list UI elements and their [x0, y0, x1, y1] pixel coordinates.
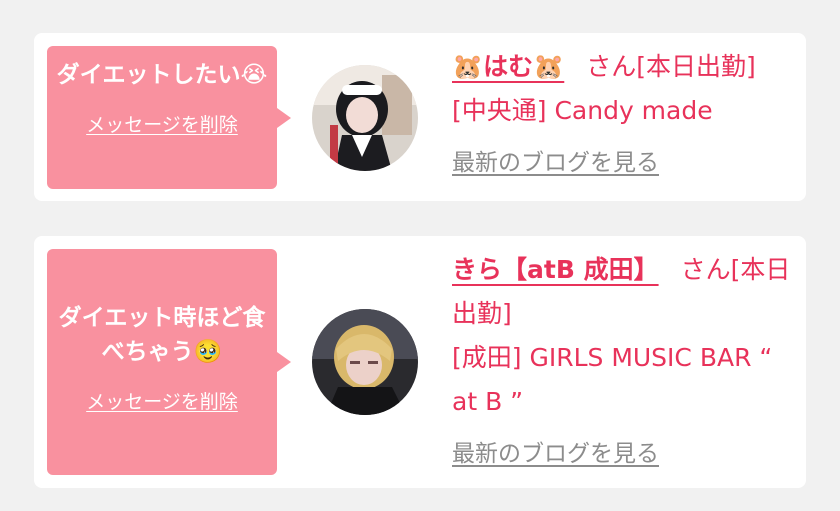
avatar-photo [312, 309, 418, 415]
cast-info: きら【atB 成田】 さん[本日出勤] [成田] GIRLS MUSIC BAR … [452, 248, 792, 468]
latest-blog-link[interactable]: 最新のブログを見る [452, 143, 659, 177]
shop-name: [中央通] Candy made [452, 96, 713, 125]
cast-info: 🐹はむ🐹 さん[本日出勤] [中央通] Candy made 最新のブログを見る [452, 45, 792, 177]
delete-message-link[interactable]: メッセージを削除 [86, 110, 238, 137]
message-card: ダイエットしたい😭 メッセージを削除 🐹はむ🐹 さん[本日出勤] [中央通] Ca… [34, 33, 806, 201]
message-card: ダイエット時ほど食べちゃう🥹 メッセージを削除 きら【atB 成田】 さん[本日出… [34, 236, 806, 488]
avatar-photo [312, 65, 418, 171]
name-line: きら【atB 成田】 さん[本日出勤] [452, 248, 792, 336]
message-bubble: ダイエット時ほど食べちゃう🥹 メッセージを削除 [47, 249, 291, 475]
message-text: ダイエットしたい😭 [56, 62, 268, 88]
attendance-status: さん[本日出勤] [586, 52, 756, 81]
cast-name-link[interactable]: 🐹はむ🐹 [452, 52, 564, 81]
latest-blog-link[interactable]: 最新のブログを見る [452, 434, 659, 468]
cast-name-link[interactable]: きら【atB 成田】 [452, 255, 659, 284]
shop-name: [成田] GIRLS MUSIC BAR “ at B ” [452, 343, 773, 416]
avatar[interactable] [312, 309, 418, 415]
avatar[interactable] [312, 65, 418, 171]
message-text: ダイエット時ほど食べちゃう🥹 [58, 305, 266, 365]
name-line: 🐹はむ🐹 さん[本日出勤] [452, 45, 792, 89]
message-bubble: ダイエットしたい😭 メッセージを削除 [47, 46, 291, 189]
delete-message-link[interactable]: メッセージを削除 [86, 387, 238, 414]
